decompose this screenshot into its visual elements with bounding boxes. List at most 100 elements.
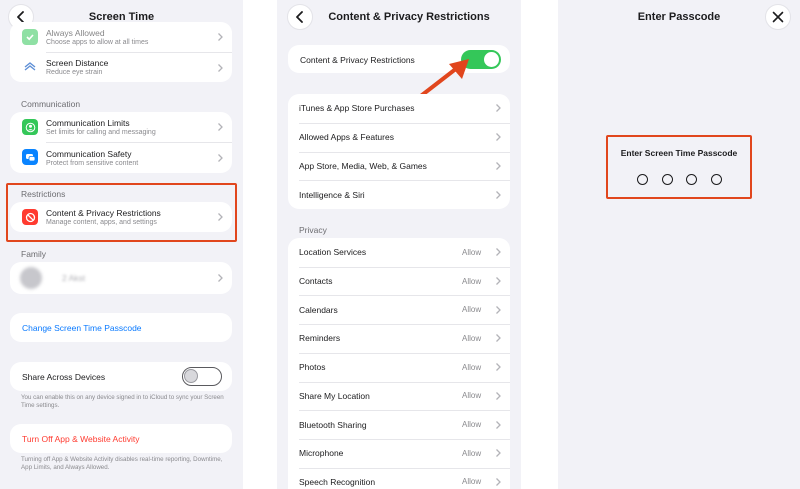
privacy-row[interactable]: Microphone Allow — [288, 439, 510, 468]
row-title: Photos — [299, 362, 326, 373]
chevron-right-icon — [496, 305, 501, 314]
share-across-devices-label: Share Across Devices — [22, 372, 106, 382]
chat-bubble-icon — [22, 149, 38, 165]
communication-card: Communication Limits Set limits for call… — [10, 112, 232, 173]
change-passcode-link[interactable]: Change Screen Time Passcode — [22, 323, 142, 333]
row-value: Allow — [462, 420, 482, 430]
chevron-right-icon — [496, 248, 501, 257]
communication-limits-row[interactable]: Communication Limits Set limits for call… — [10, 112, 232, 142]
page-title: Enter Passcode — [637, 11, 721, 23]
chevron-right-icon — [496, 477, 501, 486]
chevron-right-icon — [218, 33, 223, 41]
turn-off-footer-text: Turning off App & Website Activity disab… — [21, 456, 223, 471]
change-passcode-card: Change Screen Time Passcode — [10, 313, 232, 342]
passcode-highlight-box — [606, 135, 752, 199]
privacy-row[interactable]: Calendars Allow — [288, 295, 510, 324]
row-subtitle: Set limits for calling and messaging — [46, 129, 156, 136]
row-subtitle: Protect from sensitive content — [46, 160, 139, 167]
family-member-name: 2 Akst — [62, 273, 86, 283]
chevron-right-icon — [496, 277, 501, 285]
row-title: Communication Limits — [46, 118, 130, 128]
chevron-right-icon — [496, 363, 501, 372]
row-value: Allow — [462, 448, 482, 458]
turn-off-activity-button[interactable]: Turn Off App & Website Activity — [22, 434, 139, 444]
section-header: Communication — [21, 99, 81, 109]
chevron-right-icon — [496, 104, 501, 113]
row-title: iTunes & App Store Purchases — [299, 103, 415, 114]
family-member-row[interactable]: 2 Akst — [10, 262, 232, 294]
row-title: Allowed Apps & Features — [299, 132, 394, 143]
communication-safety-row[interactable]: Communication Safety Protect from sensit… — [10, 143, 232, 173]
row-title: Bluetooth Sharing — [299, 419, 367, 430]
row-title: Contacts — [299, 276, 333, 287]
page-title: Content & Privacy Restrictions — [328, 11, 490, 23]
screen-distance-icon — [22, 59, 38, 75]
row-title: Communication Safety — [46, 149, 132, 159]
always-allowed-row[interactable]: Always Allowed Choose apps to allow at a… — [10, 22, 232, 52]
close-icon — [772, 11, 784, 23]
chevron-right-icon — [218, 123, 223, 131]
toggle-knob — [184, 369, 198, 383]
row-value: Allow — [462, 333, 482, 343]
store-setting-row[interactable]: Allowed Apps & Features — [288, 123, 510, 152]
person-circle-icon — [22, 119, 38, 135]
row-title: Location Services — [299, 247, 367, 258]
share-devices-card: Share Across Devices — [10, 362, 232, 391]
privacy-row[interactable]: Reminders Allow — [288, 324, 510, 353]
chevron-right-icon — [496, 391, 501, 400]
store-setting-row[interactable]: Intelligence & Siri — [288, 180, 510, 209]
row-value: Allow — [462, 305, 482, 315]
chevron-right-icon — [218, 64, 223, 72]
row-value: Allow — [462, 477, 482, 487]
chevron-right-icon — [496, 449, 501, 458]
row-title: App Store, Media, Web, & Games — [299, 160, 427, 171]
checkmark-icon — [22, 29, 38, 45]
row-title: Microphone — [299, 448, 344, 459]
store-setting-row[interactable]: App Store, Media, Web, & Games — [288, 152, 510, 181]
chevron-right-icon — [496, 190, 501, 199]
family-card: 2 Akst — [10, 262, 232, 294]
restrictions-toggle-label: Content & Privacy Restrictions — [300, 55, 415, 65]
privacy-row[interactable]: Speech Recognition Allow — [288, 468, 510, 489]
close-button[interactable] — [765, 4, 791, 30]
row-subtitle: Reduce eye strain — [46, 69, 103, 76]
row-value: Allow — [462, 362, 482, 372]
chevron-right-icon — [496, 161, 501, 170]
passcode-dot — [710, 174, 722, 185]
store-setting-row[interactable]: iTunes & App Store Purchases — [288, 94, 510, 123]
chevron-right-icon — [218, 154, 223, 162]
chevron-right-icon — [496, 420, 501, 429]
screen-distance-row[interactable]: Screen Distance Reduce eye strain — [10, 53, 232, 82]
toggle-card: Content & Privacy Restrictions — [288, 45, 510, 73]
chevron-right-icon — [496, 334, 501, 343]
passcode-dot — [637, 174, 648, 185]
share-across-devices-toggle[interactable] — [182, 367, 222, 386]
privacy-row[interactable]: Share My Location Allow — [288, 382, 510, 411]
passcode-dot — [686, 174, 697, 185]
limits-card: Always Allowed Choose apps to allow at a… — [10, 22, 232, 82]
store-settings-card: iTunes & App Store Purchases Allowed Apps… — [288, 94, 510, 209]
chevron-right-icon — [218, 274, 223, 282]
restrictions-panel: Content & Privacy Restrictions Content &… — [277, 0, 521, 489]
turn-off-card: Turn Off App & Website Activity — [10, 424, 232, 453]
row-value: Allow — [462, 391, 482, 401]
avatar — [20, 267, 42, 289]
row-subtitle: Choose apps to allow at all times — [46, 39, 149, 46]
passcode-dot — [661, 174, 673, 185]
privacy-card: Location Services Allow Contacts Allow Calen… — [288, 238, 510, 489]
row-title: Share My Location — [299, 390, 370, 401]
row-title: Screen Distance — [46, 58, 109, 68]
privacy-row[interactable]: Contacts Allow — [288, 267, 510, 296]
restrictions-highlight-box — [6, 183, 237, 242]
chevron-right-icon — [496, 133, 501, 142]
row-value: Allow — [462, 276, 482, 286]
row-title: Reminders — [299, 333, 341, 344]
row-title: Calendars — [299, 304, 338, 315]
share-footer-text: You can enable this on any device signed… — [21, 394, 224, 409]
section-header: Privacy — [299, 225, 327, 235]
section-header: Family — [21, 249, 47, 259]
screen-time-panel: Screen Time Always Allowed Choose apps t… — [0, 0, 243, 489]
privacy-row[interactable]: Photos Allow — [288, 353, 510, 382]
privacy-row[interactable]: Bluetooth Sharing Allow — [288, 410, 510, 439]
privacy-row[interactable]: Location Services Allow — [288, 238, 510, 267]
